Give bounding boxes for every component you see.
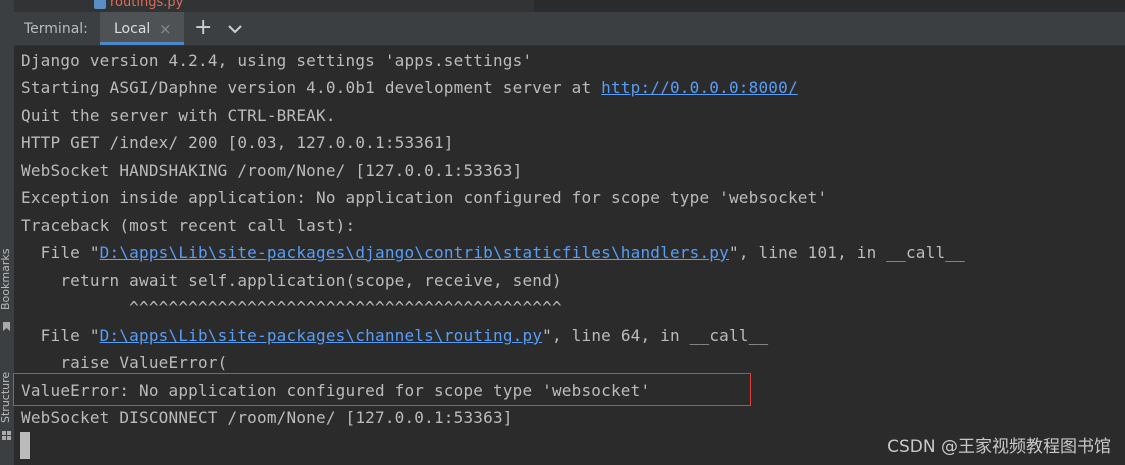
output-line: Exception inside application: No applica… [21, 188, 828, 207]
output-text: ", line 64, in __call__ [542, 326, 769, 345]
output-text: ", line 101, in __call__ [728, 243, 965, 262]
output-line: WebSocket HANDSHAKING /room/None/ [127.0… [21, 161, 523, 180]
structure-tool-tab[interactable]: Structure [0, 365, 14, 455]
active-tab-indicator [100, 42, 184, 45]
output-line: WebSocket DISCONNECT /room/None/ [127.0.… [21, 408, 513, 427]
server-url-link[interactable]: http://0.0.0.0:8000/ [601, 78, 798, 97]
file-path-link[interactable]: D:\apps\Lib\site-packages\channels\routi… [100, 326, 542, 345]
output-line: ^^^^^^^^^^^^^^^^^^^^^^^^^^^^^^^^^^^^^^^^… [21, 298, 562, 317]
output-line: Django version 4.2.4, using settings 'ap… [21, 51, 533, 70]
traceback-file-line: File "D:\apps\Lib\site-packages\django\c… [21, 242, 965, 264]
output-text: File " [21, 243, 100, 262]
file-path-link[interactable]: D:\apps\Lib\site-packages\django\contrib… [100, 243, 729, 262]
chevron-down-icon[interactable] [226, 20, 244, 38]
structure-icon [2, 431, 11, 440]
output-line: Starting ASGI/Daphne version 4.0.0b1 dev… [21, 77, 798, 99]
terminal-tab-bar: Terminal: Local × + [14, 12, 1125, 46]
terminal-output[interactable]: Django version 4.2.4, using settings 'ap… [13, 46, 1125, 465]
new-terminal-button[interactable]: + [194, 15, 212, 40]
tab-local-label: Local [114, 21, 151, 37]
tab-local[interactable]: Local × [100, 12, 184, 45]
editor-file-tab-label: routings.py [110, 0, 184, 10]
bookmarks-tab-label: Bookmarks [0, 248, 12, 310]
editor-tab-strip: routings.py [14, 0, 534, 12]
traceback-file-line: File "D:\apps\Lib\site-packages\channels… [21, 325, 768, 347]
terminal-cursor [20, 432, 30, 459]
bookmark-icon [3, 322, 10, 331]
output-text: Starting ASGI/Daphne version 4.0.0b1 dev… [21, 78, 602, 97]
error-highlight-box [13, 373, 751, 406]
close-icon[interactable]: × [159, 20, 172, 38]
output-text: File " [21, 326, 100, 345]
bookmarks-tool-tab[interactable]: Bookmarks [0, 248, 14, 338]
output-line: raise ValueError( [21, 353, 228, 372]
structure-tab-label: Structure [0, 371, 12, 423]
output-line: return await self.application(scope, rec… [21, 271, 562, 290]
output-line: Quit the server with CTRL-BREAK. [21, 106, 336, 125]
editor-area-remnant: routings.py [14, 0, 1125, 12]
watermark: CSDN @王家视频教程图书馆 [887, 437, 1111, 457]
terminal-title: Terminal: [24, 21, 88, 37]
python-file-icon [94, 0, 106, 9]
editor-file-tab[interactable]: routings.py [94, 0, 183, 10]
output-line: Traceback (most recent call last): [21, 216, 356, 235]
output-line: HTTP GET /index/ 200 [0.03, 127.0.0.1:53… [21, 133, 454, 152]
